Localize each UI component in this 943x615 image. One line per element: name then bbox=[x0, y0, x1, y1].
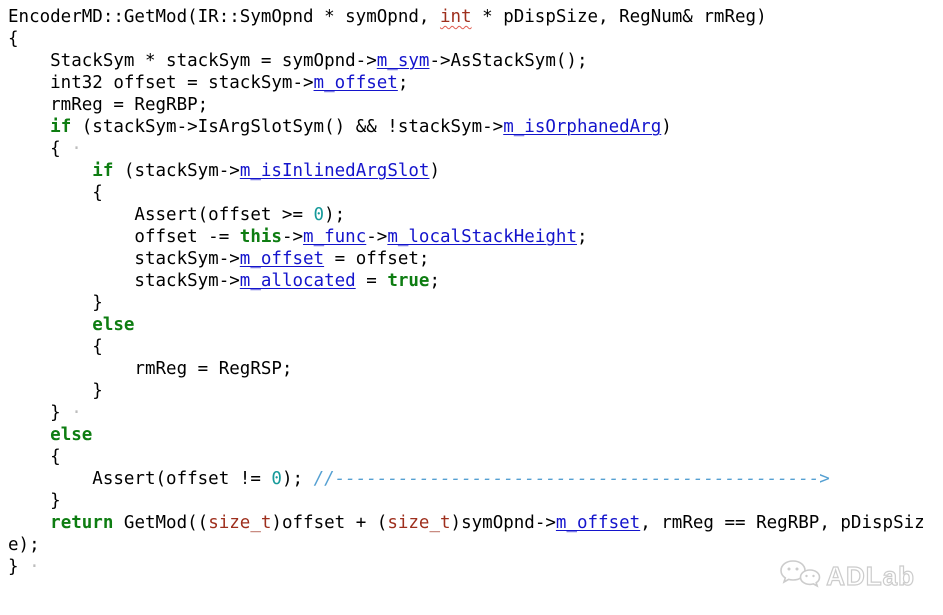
code-token: ) bbox=[429, 161, 440, 181]
code-line: EncoderMD::GetMod(IR::SymOpnd * symOpnd,… bbox=[8, 6, 943, 28]
code-token: { bbox=[8, 337, 103, 357]
code-token: GetMod(( bbox=[113, 513, 208, 533]
code-token: ); bbox=[324, 205, 345, 225]
code-token: 0 bbox=[314, 205, 325, 225]
code-token: rmReg = RegRBP; bbox=[8, 95, 208, 115]
code-line: { bbox=[8, 336, 943, 358]
code-token: · bbox=[61, 403, 82, 423]
code-token: EncoderMD::GetMod(IR::SymOpnd * symOpnd, bbox=[8, 7, 440, 27]
code-token: { bbox=[8, 29, 19, 49]
code-token: 0 bbox=[271, 469, 282, 489]
code-line: } bbox=[8, 292, 943, 314]
code-line: e); bbox=[8, 534, 943, 556]
code-token: if bbox=[50, 117, 71, 137]
code-token: m_sym bbox=[377, 51, 430, 71]
code-token: * pDispSize, RegNum& rmReg) bbox=[472, 7, 767, 27]
code-token: ; bbox=[429, 271, 440, 291]
code-token: this bbox=[240, 227, 282, 247]
code-token bbox=[8, 513, 50, 533]
code-token: } bbox=[8, 557, 19, 577]
code-token: -> bbox=[282, 227, 303, 247]
code-token: } bbox=[8, 491, 61, 511]
code-token: m_offset bbox=[314, 73, 398, 93]
code-token: else bbox=[92, 315, 134, 335]
code-token: Assert(offset >= bbox=[8, 205, 314, 225]
code-line: Assert(offset >= 0); bbox=[8, 204, 943, 226]
code-token: (stackSym-> bbox=[113, 161, 239, 181]
code-token: m_isInlinedArgSlot bbox=[240, 161, 430, 181]
wechat-bubbles-icon bbox=[779, 559, 821, 593]
code-line: StackSym * stackSym = symOpnd->m_sym->As… bbox=[8, 50, 943, 72]
code-token: if bbox=[92, 161, 113, 181]
code-token: ) bbox=[661, 117, 672, 137]
code-token: else bbox=[50, 425, 92, 445]
code-token: size_t bbox=[208, 513, 271, 533]
code-line: { · bbox=[8, 138, 943, 160]
code-token: stackSym-> bbox=[8, 249, 240, 269]
code-token: )symOpnd-> bbox=[451, 513, 556, 533]
code-token: m_localStackHeight bbox=[387, 227, 577, 247]
code-editor: EncoderMD::GetMod(IR::SymOpnd * symOpnd,… bbox=[0, 0, 943, 578]
code-token: { bbox=[8, 183, 103, 203]
code-token: = offset; bbox=[324, 249, 429, 269]
code-token: //--------------------------------------… bbox=[314, 469, 830, 489]
code-line: rmReg = RegRBP; bbox=[8, 94, 943, 116]
code-line: if (stackSym->m_isInlinedArgSlot) bbox=[8, 160, 943, 182]
code-token bbox=[8, 315, 92, 335]
code-line: } · bbox=[8, 402, 943, 424]
code-token: ; bbox=[577, 227, 588, 247]
watermark-label: ADLab bbox=[826, 561, 915, 592]
code-line: } bbox=[8, 380, 943, 402]
code-token: { bbox=[8, 139, 71, 159]
code-token bbox=[8, 161, 92, 181]
code-token: return bbox=[50, 513, 113, 533]
code-token: Assert(offset != bbox=[8, 469, 271, 489]
code-token: m_func bbox=[303, 227, 366, 247]
code-token: , rmReg == RegRBP, pDispSiz bbox=[640, 513, 924, 533]
code-token: } bbox=[8, 293, 103, 313]
code-token: m_offset bbox=[556, 513, 640, 533]
code-token: } bbox=[8, 381, 103, 401]
code-line: stackSym->m_allocated = true; bbox=[8, 270, 943, 292]
watermark: ADLab bbox=[779, 559, 915, 593]
code-line: } bbox=[8, 490, 943, 512]
code-line: { bbox=[8, 182, 943, 204]
code-token: m_allocated bbox=[240, 271, 356, 291]
code-line: offset -= this->m_func->m_localStackHeig… bbox=[8, 226, 943, 248]
code-line: stackSym->m_offset = offset; bbox=[8, 248, 943, 270]
code-token: -> bbox=[366, 227, 387, 247]
code-line: Assert(offset != 0); //-----------------… bbox=[8, 468, 943, 490]
code-token: m_offset bbox=[240, 249, 324, 269]
code-token bbox=[8, 425, 50, 445]
code-line: int32 offset = stackSym->m_offset; bbox=[8, 72, 943, 94]
code-token: int bbox=[440, 7, 472, 27]
code-token: ); bbox=[282, 469, 314, 489]
code-token: size_t bbox=[387, 513, 450, 533]
code-token: { bbox=[8, 447, 61, 467]
code-token: true bbox=[387, 271, 429, 291]
code-line: rmReg = RegRSP; bbox=[8, 358, 943, 380]
code-line: else bbox=[8, 314, 943, 336]
code-token: (stackSym->IsArgSlotSym() && !stackSym-> bbox=[71, 117, 503, 137]
code-token: StackSym * stackSym = symOpnd-> bbox=[8, 51, 377, 71]
code-line: return GetMod((size_t)offset + (size_t)s… bbox=[8, 512, 943, 534]
code-token: · bbox=[71, 139, 82, 159]
code-line: else bbox=[8, 424, 943, 446]
code-token: rmReg = RegRSP; bbox=[8, 359, 292, 379]
code-token: ->AsStackSym(); bbox=[429, 51, 587, 71]
code-token: } bbox=[8, 403, 61, 423]
code-line: { bbox=[8, 28, 943, 50]
code-line: if (stackSym->IsArgSlotSym() && !stackSy… bbox=[8, 116, 943, 138]
code-token: · bbox=[19, 557, 40, 577]
code-token: e); bbox=[8, 535, 40, 555]
code-token bbox=[8, 117, 50, 137]
code-token: ; bbox=[398, 73, 409, 93]
code-line: { bbox=[8, 446, 943, 468]
code-token: offset -= bbox=[8, 227, 240, 247]
code-token: )offset + ( bbox=[271, 513, 387, 533]
code-token: stackSym-> bbox=[8, 271, 240, 291]
code-token: int32 offset = stackSym-> bbox=[8, 73, 314, 93]
code-token: = bbox=[356, 271, 388, 291]
code-token: m_isOrphanedArg bbox=[503, 117, 661, 137]
